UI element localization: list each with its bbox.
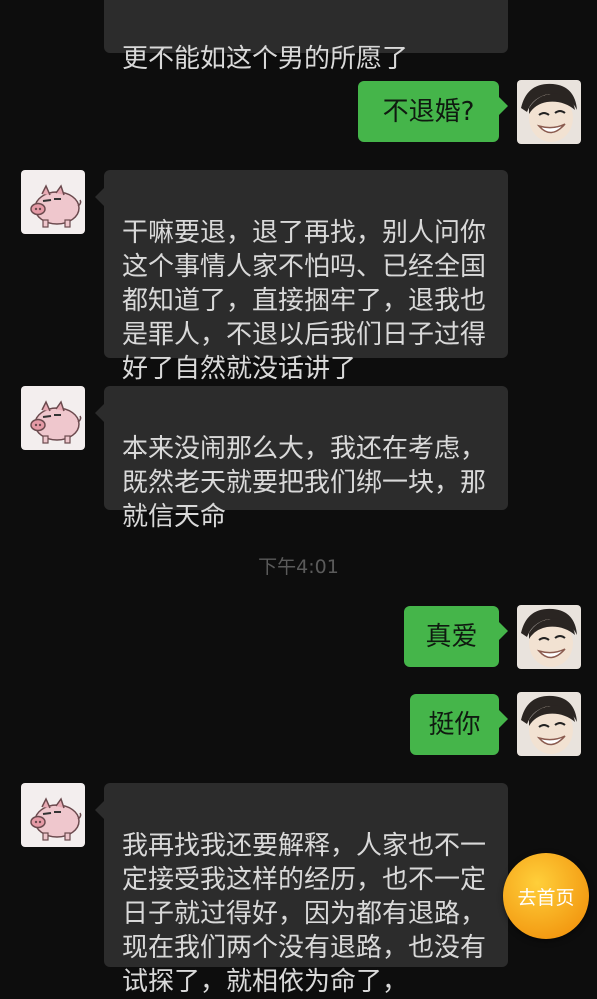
sent-avatar[interactable] (517, 692, 581, 756)
message-text: 挺你 (428, 709, 481, 740)
message-text: 干嘛要退，退了再找，别人问你 这个事情人家不怕吗、已经全国 都知道了，直接捆牢了… (122, 218, 487, 384)
sent-avatar[interactable] (517, 605, 581, 669)
sent-message[interactable]: 挺你 (410, 694, 508, 755)
received-message[interactable]: 我再找我还要解释，人家也不一 定接受我这样的经历，也不一定 日子就过得好，因为都… (95, 783, 508, 997)
smiling-person-avatar-icon (517, 692, 581, 756)
pig-avatar-icon (21, 170, 85, 234)
message-text: 不退婚? (382, 96, 475, 127)
message-timestamp: 下午4:01 (258, 556, 339, 578)
received-avatar[interactable] (21, 386, 85, 450)
received-message[interactable]: 干嘛要退，退了再找，别人问你 这个事情人家不怕吗、已经全国 都知道了，直接捆牢了… (95, 170, 508, 384)
message-text: 更不能如这个男的所愿了 (122, 44, 409, 74)
smiling-person-avatar-icon (517, 605, 581, 669)
received-message[interactable]: 更不能如这个男的所愿了 (104, 0, 508, 74)
home-button-label: 去首页 (517, 886, 575, 909)
pig-avatar-icon (21, 783, 85, 847)
home-button[interactable]: 去首页 (503, 853, 589, 939)
received-message[interactable]: 本来没闹那么大，我还在考虑， 既然老天就要把我们绑一块，那 就信天命 (95, 386, 508, 532)
message-text: 真爱 (425, 621, 478, 652)
message-text: 本来没闹那么大，我还在考虑， 既然老天就要把我们绑一块，那 就信天命 (122, 434, 487, 532)
received-avatar[interactable] (21, 170, 85, 234)
chat-area[interactable]: 更不能如这个男的所愿了 不退婚? 干嘛要退，退了再找，别人问你 这个事情人家不怕… (0, 0, 597, 997)
message-text: 我再找我还要解释，人家也不一 定接受我这样的经历，也不一定 日子就过得好，因为都… (122, 831, 487, 997)
sent-message[interactable]: 真爱 (404, 606, 508, 667)
sent-message[interactable]: 不退婚? (358, 81, 508, 142)
smiling-person-avatar-icon (517, 80, 581, 144)
sent-avatar[interactable] (517, 80, 581, 144)
pig-avatar-icon (21, 386, 85, 450)
received-avatar[interactable] (21, 783, 85, 847)
